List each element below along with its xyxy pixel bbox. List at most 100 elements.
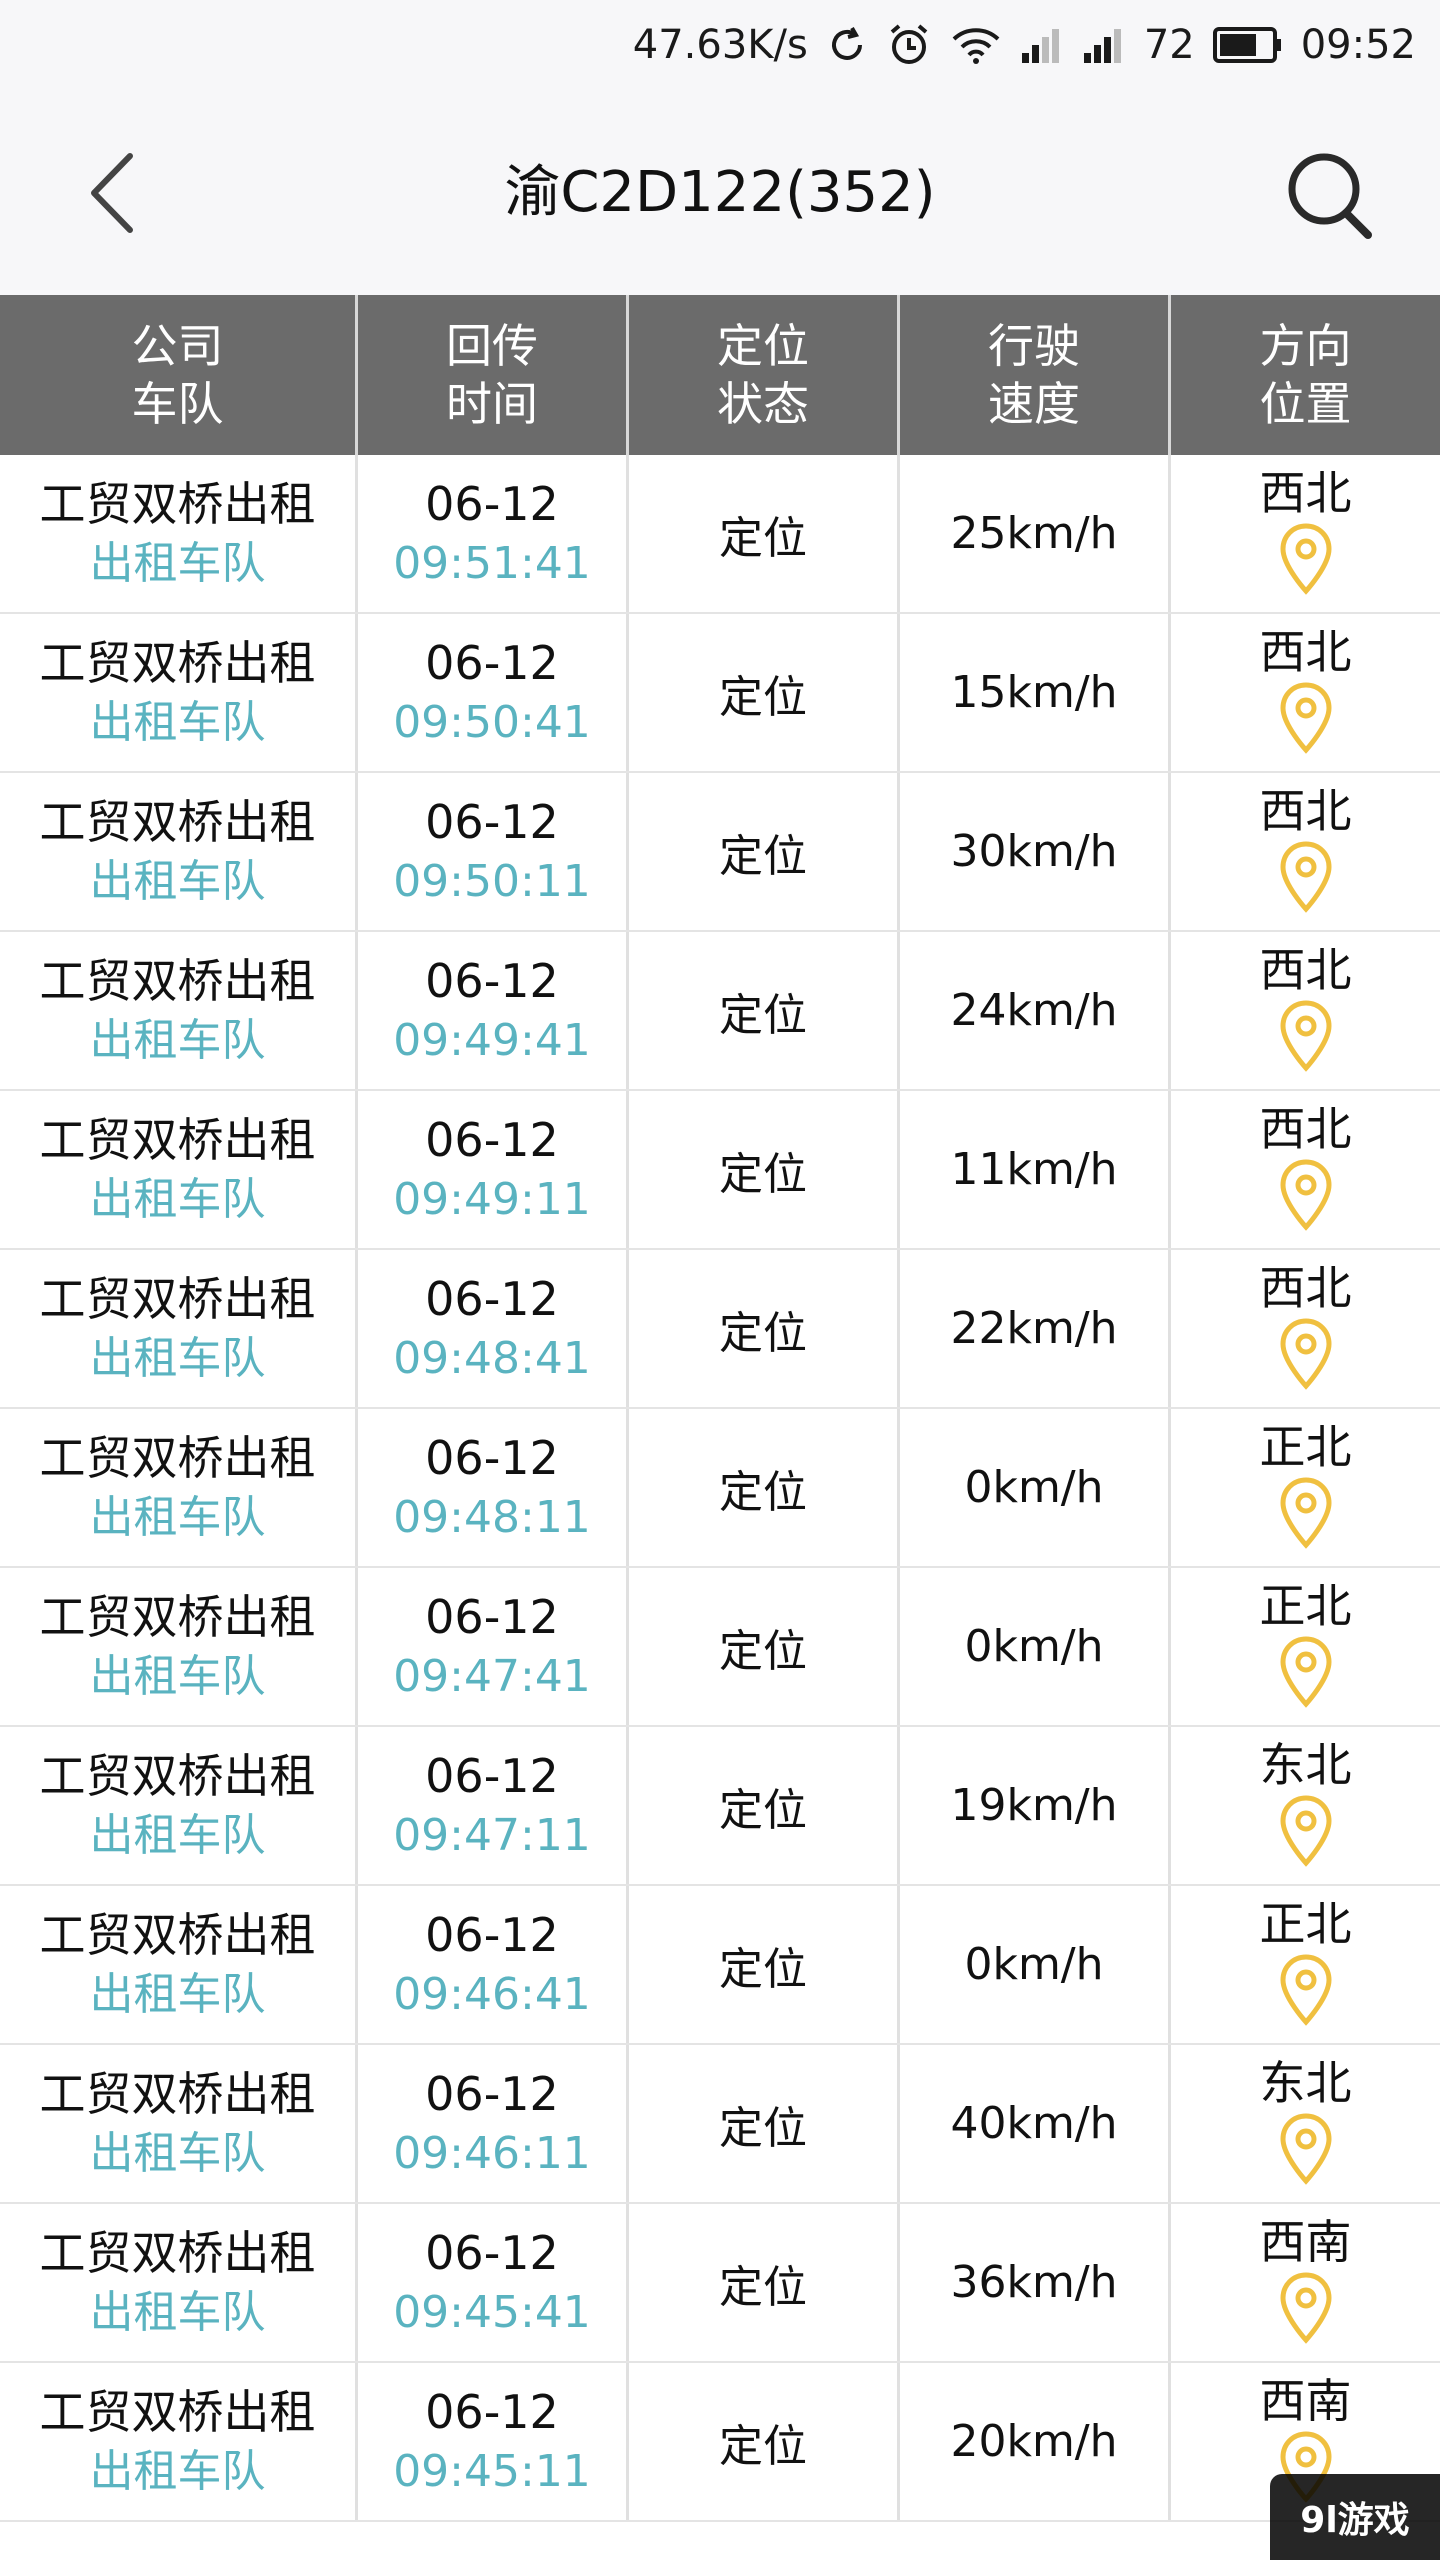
report-time: 09:48:11 [393, 1491, 591, 1543]
table-row[interactable]: 工贸双桥出租 出租车队 06-12 09:49:41 定位 24km/h 西北 [0, 932, 1440, 1091]
location-pin-icon[interactable] [1278, 1794, 1334, 1868]
report-time: 09:46:41 [393, 1968, 591, 2020]
cell-company: 工贸双桥出租 出租车队 [0, 455, 358, 612]
alarm-icon [886, 22, 932, 68]
position-state: 定位 [719, 830, 807, 882]
team-name: 出租车队 [89, 1809, 266, 1861]
report-date: 06-12 [425, 1907, 559, 1962]
position-state: 定位 [719, 671, 807, 723]
cell-state: 定位 [629, 614, 900, 771]
table-row[interactable]: 工贸双桥出租 出租车队 06-12 09:48:41 定位 22km/h 西北 [0, 1250, 1440, 1409]
cell-speed: 20km/h [900, 2363, 1171, 2520]
cell-direction[interactable]: 东北 [1171, 1727, 1440, 1884]
cell-company: 工贸双桥出租 出租车队 [0, 1250, 358, 1407]
speed-value: 0km/h [964, 1462, 1104, 1513]
company-name: 工贸双桥出租 [39, 2384, 316, 2439]
report-date: 06-12 [425, 1748, 559, 1803]
cell-direction[interactable]: 东北 [1171, 2045, 1440, 2202]
track-table: 公司 车队 回传 时间 定位 状态 行驶 速度 方向 位置 工贸双桥出租 出租车… [0, 295, 1440, 2522]
cell-direction[interactable]: 西北 [1171, 614, 1440, 771]
speed-value: 24km/h [950, 985, 1118, 1036]
table-row[interactable]: 工贸双桥出租 出租车队 06-12 09:50:41 定位 15km/h 西北 [0, 614, 1440, 773]
cell-company: 工贸双桥出租 出租车队 [0, 932, 358, 1089]
position-state: 定位 [719, 2102, 807, 2154]
cell-direction[interactable]: 西南 [1171, 2204, 1440, 2361]
position-state: 定位 [719, 1466, 807, 1518]
cell-direction[interactable]: 正北 [1171, 1886, 1440, 2043]
cell-time: 06-12 09:47:41 [358, 1568, 629, 1725]
cell-company: 工贸双桥出租 出租车队 [0, 1568, 358, 1725]
direction-text: 东北 [1259, 1737, 1352, 1792]
company-name: 工贸双桥出租 [39, 476, 316, 531]
location-pin-icon[interactable] [1278, 522, 1334, 596]
cell-direction[interactable]: 正北 [1171, 1568, 1440, 1725]
table-row[interactable]: 工贸双桥出租 出租车队 06-12 09:46:11 定位 40km/h 东北 [0, 2045, 1440, 2204]
cell-speed: 24km/h [900, 932, 1171, 1089]
location-pin-icon[interactable] [1278, 681, 1334, 755]
cell-time: 06-12 09:51:41 [358, 455, 629, 612]
location-pin-icon[interactable] [1278, 1635, 1334, 1709]
cell-state: 定位 [629, 773, 900, 930]
cell-state: 定位 [629, 1727, 900, 1884]
table-row[interactable]: 工贸双桥出租 出租车队 06-12 09:46:41 定位 0km/h 正北 [0, 1886, 1440, 2045]
location-pin-icon[interactable] [1278, 1158, 1334, 1232]
report-date: 06-12 [425, 2066, 559, 2121]
cell-time: 06-12 09:46:11 [358, 2045, 629, 2202]
cell-time: 06-12 09:50:11 [358, 773, 629, 930]
report-time: 09:45:11 [393, 2445, 591, 2497]
team-name: 出租车队 [89, 1332, 266, 1384]
report-time: 09:49:41 [393, 1014, 591, 1066]
location-pin-icon[interactable] [1278, 840, 1334, 914]
table-row[interactable]: 工贸双桥出租 出租车队 06-12 09:49:11 定位 11km/h 西北 [0, 1091, 1440, 1250]
location-pin-icon[interactable] [1278, 1317, 1334, 1391]
report-date: 06-12 [425, 476, 559, 531]
report-time: 09:50:41 [393, 696, 591, 748]
table-row[interactable]: 工贸双桥出租 出租车队 06-12 09:51:41 定位 25km/h 西北 [0, 455, 1440, 614]
cell-state: 定位 [629, 932, 900, 1089]
cell-company: 工贸双桥出租 出租车队 [0, 1091, 358, 1248]
team-name: 出租车队 [89, 1491, 266, 1543]
direction-text: 西北 [1259, 1260, 1352, 1315]
table-row[interactable]: 工贸双桥出租 出租车队 06-12 09:47:41 定位 0km/h 正北 [0, 1568, 1440, 1727]
position-state: 定位 [719, 2261, 807, 2313]
team-name: 出租车队 [89, 537, 266, 589]
cell-speed: 0km/h [900, 1886, 1171, 2043]
cell-company: 工贸双桥出租 出租车队 [0, 2204, 358, 2361]
report-date: 06-12 [425, 794, 559, 849]
cell-state: 定位 [629, 1091, 900, 1248]
report-date: 06-12 [425, 635, 559, 690]
location-pin-icon[interactable] [1278, 1476, 1334, 1550]
speed-value: 0km/h [964, 1939, 1104, 1990]
cell-direction[interactable]: 西北 [1171, 1250, 1440, 1407]
location-pin-icon[interactable] [1278, 999, 1334, 1073]
header-time: 回传 时间 [358, 295, 629, 455]
cell-direction[interactable]: 正北 [1171, 1409, 1440, 1566]
speed-value: 19km/h [950, 1780, 1118, 1831]
position-state: 定位 [719, 2420, 807, 2472]
table-row[interactable]: 工贸双桥出租 出租车队 06-12 09:45:11 定位 20km/h 西南 [0, 2363, 1440, 2522]
cell-time: 06-12 09:46:41 [358, 1886, 629, 2043]
table-row[interactable]: 工贸双桥出租 出租车队 06-12 09:45:41 定位 36km/h 西南 [0, 2204, 1440, 2363]
report-date: 06-12 [425, 2384, 559, 2439]
cell-direction[interactable]: 西北 [1171, 773, 1440, 930]
battery-icon [1212, 26, 1283, 64]
cell-direction[interactable]: 西北 [1171, 455, 1440, 612]
header-speed: 行驶 速度 [900, 295, 1171, 455]
table-row[interactable]: 工贸双桥出租 出租车队 06-12 09:47:11 定位 19km/h 东北 [0, 1727, 1440, 1886]
search-button[interactable] [1280, 145, 1380, 245]
location-pin-icon[interactable] [1278, 2112, 1334, 2186]
cell-direction[interactable]: 西北 [1171, 932, 1440, 1089]
table-row[interactable]: 工贸双桥出租 出租车队 06-12 09:50:11 定位 30km/h 西北 [0, 773, 1440, 932]
team-name: 出租车队 [89, 1650, 266, 1702]
cell-speed: 36km/h [900, 2204, 1171, 2361]
location-pin-icon[interactable] [1278, 2271, 1334, 2345]
direction-text: 西南 [1259, 2373, 1352, 2428]
location-pin-icon[interactable] [1278, 1953, 1334, 2027]
company-name: 工贸双桥出租 [39, 794, 316, 849]
cell-speed: 11km/h [900, 1091, 1171, 1248]
cell-state: 定位 [629, 2363, 900, 2520]
table-row[interactable]: 工贸双桥出租 出租车队 06-12 09:48:11 定位 0km/h 正北 [0, 1409, 1440, 1568]
cell-direction[interactable]: 西北 [1171, 1091, 1440, 1248]
company-name: 工贸双桥出租 [39, 1430, 316, 1485]
cell-speed: 0km/h [900, 1409, 1171, 1566]
